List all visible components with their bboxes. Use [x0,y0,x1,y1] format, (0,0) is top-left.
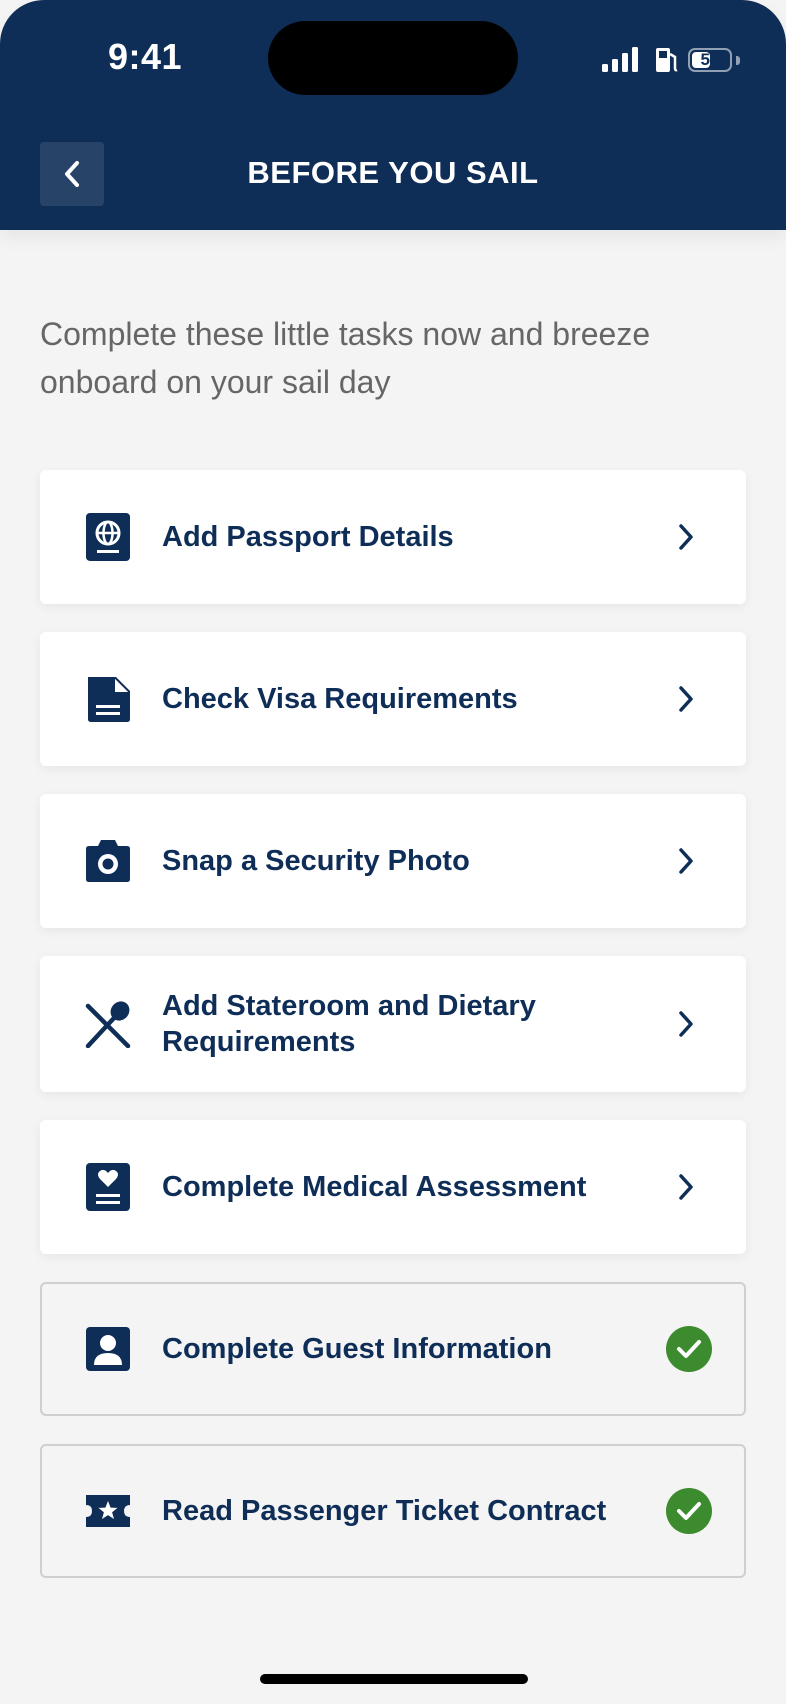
chevron-right-icon [679,1011,693,1037]
task-label: Snap a Security Photo [162,845,470,877]
camera-icon [86,840,130,882]
signal-icon [602,47,638,72]
check-circle-icon [666,1488,712,1534]
ticket-icon [86,1495,130,1527]
chevron-right-icon [679,1174,693,1200]
task-add-stateroom-dietary[interactable]: Add Stateroom and Dietary Requirements [40,956,746,1092]
dynamic-island [268,21,518,95]
task-label: Add Stateroom and Dietary Requirements [162,990,536,1058]
task-read-passenger-ticket-contract[interactable]: Read Passenger Ticket Contract [40,1444,746,1578]
passport-icon [86,513,130,561]
task-label: Check Visa Requirements [162,683,518,715]
utensils-icon [85,1001,131,1048]
status-icons: 50 [600,44,750,74]
chevron-right-icon [679,686,693,712]
medical-heart-icon [86,1163,130,1211]
task-label: Complete Guest Information [162,1333,552,1365]
task-label: Read Passenger Ticket Contract [162,1495,607,1527]
check-circle-icon [666,1326,712,1372]
battery-percent: 50 [700,50,720,69]
home-indicator[interactable] [260,1674,528,1684]
status-time: 9:41 [108,36,183,77]
task-add-passport-details[interactable]: Add Passport Details [40,470,746,604]
chevron-right-icon [679,524,693,550]
fuel-pump-icon [656,48,678,72]
task-label: Complete Medical Assessment [162,1171,587,1203]
chevron-right-icon [679,848,693,874]
intro-text: Complete these little tasks now and bree… [40,316,651,400]
task-snap-security-photo[interactable]: Snap a Security Photo [40,794,746,928]
person-card-icon [86,1327,130,1371]
task-check-visa-requirements[interactable]: Check Visa Requirements [40,632,746,766]
app-header: 9:41 50 BEFORE YOU SAIL [0,0,786,230]
battery-cap [736,56,740,65]
task-label: Add Passport Details [162,521,454,553]
task-complete-guest-information[interactable]: Complete Guest Information [40,1282,746,1416]
document-icon [88,677,130,722]
page-title: BEFORE YOU SAIL [247,155,539,190]
task-complete-medical-assessment[interactable]: Complete Medical Assessment [40,1120,746,1254]
battery-icon: 50 [688,48,732,72]
